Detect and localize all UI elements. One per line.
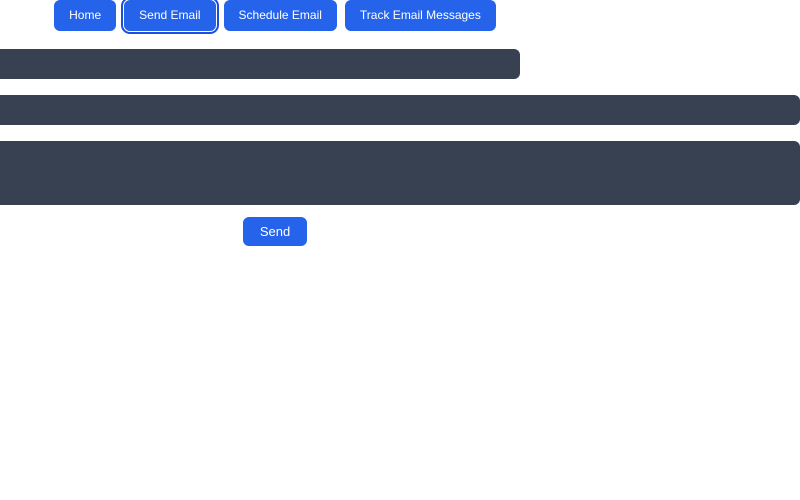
nav-home-button[interactable]: Home: [54, 0, 116, 31]
send-button[interactable]: Send: [243, 217, 307, 246]
nav-send-email-button[interactable]: Send Email: [124, 0, 215, 31]
nav-schedule-email-button[interactable]: Schedule Email: [224, 0, 337, 31]
nav-track-email-button[interactable]: Track Email Messages: [345, 0, 496, 31]
send-email-form: Send: [0, 49, 800, 246]
subject-input[interactable]: [0, 95, 800, 125]
to-address-input[interactable]: [0, 49, 520, 79]
top-nav: Home Send Email Schedule Email Track Ema…: [0, 0, 800, 31]
body-textarea[interactable]: [0, 141, 800, 205]
